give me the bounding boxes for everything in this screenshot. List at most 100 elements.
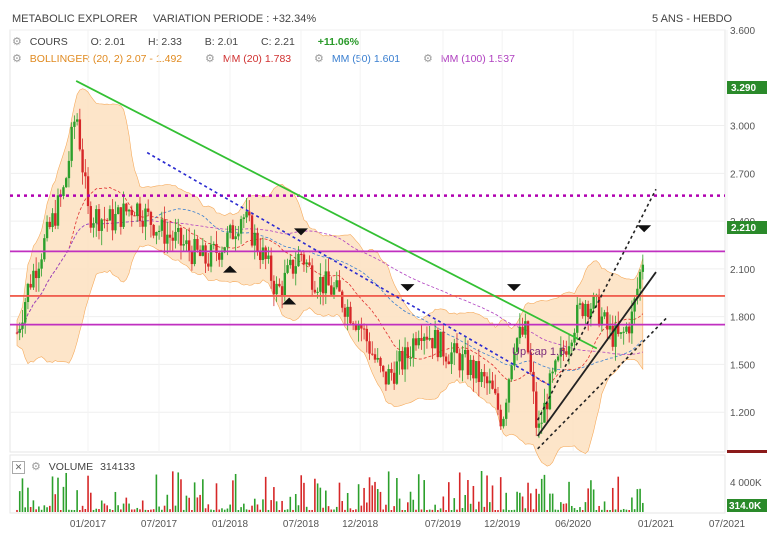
candle-body bbox=[146, 208, 150, 212]
last-price-tag: 2.210 bbox=[731, 223, 756, 234]
volume-bar bbox=[439, 508, 442, 512]
volume-bar bbox=[478, 501, 480, 512]
volume-bar bbox=[598, 505, 600, 512]
volume-bar bbox=[38, 506, 40, 512]
y-tick-label: 1.800 bbox=[730, 313, 755, 324]
candle-body bbox=[463, 350, 467, 355]
volume-bar bbox=[166, 494, 169, 512]
volume-bar bbox=[434, 504, 436, 512]
volume-bar bbox=[628, 510, 630, 512]
candle-body bbox=[343, 307, 347, 317]
x-tick-label: 07/2018 bbox=[283, 519, 320, 530]
volume-bar bbox=[62, 486, 65, 512]
candle-body bbox=[70, 126, 73, 161]
candle-body bbox=[586, 303, 590, 318]
volume-bar bbox=[278, 509, 281, 512]
volume-bar bbox=[508, 509, 510, 512]
volume-bar bbox=[464, 494, 466, 512]
candle-body bbox=[570, 342, 573, 347]
volume-bar bbox=[114, 491, 117, 512]
volume-bar bbox=[426, 509, 428, 512]
volume-bar bbox=[65, 472, 67, 512]
candle-body bbox=[259, 251, 262, 261]
candle-body bbox=[182, 244, 185, 246]
volume-bar bbox=[592, 489, 595, 512]
volume-bar bbox=[46, 507, 48, 512]
candle-body bbox=[398, 351, 401, 362]
volume-bar bbox=[40, 509, 43, 512]
volume-bar bbox=[458, 472, 461, 512]
volume-bar bbox=[226, 508, 229, 512]
candle-body bbox=[111, 209, 114, 231]
volume-bar bbox=[341, 501, 344, 512]
candle-body bbox=[444, 356, 448, 362]
candle-body bbox=[354, 325, 358, 330]
candle-body bbox=[518, 326, 522, 339]
volume-bar bbox=[199, 494, 201, 512]
candle-body bbox=[379, 357, 382, 366]
candle-body bbox=[335, 280, 338, 288]
candle-body bbox=[155, 232, 158, 236]
candle-body bbox=[209, 244, 213, 267]
volume-bar bbox=[232, 480, 234, 512]
candle-body bbox=[453, 343, 456, 353]
volume-bar bbox=[125, 497, 128, 512]
candle-body bbox=[608, 325, 612, 330]
candle-body bbox=[485, 376, 489, 384]
candle-body bbox=[376, 357, 379, 360]
volume-bar bbox=[240, 507, 242, 512]
candle-body bbox=[535, 391, 538, 428]
candle-body bbox=[540, 422, 543, 424]
candle-body bbox=[403, 347, 407, 370]
volume-bar bbox=[51, 476, 54, 512]
candle-body bbox=[349, 306, 352, 324]
volume-axis-label: 4 000K bbox=[730, 478, 762, 489]
volume-bar bbox=[253, 498, 256, 512]
candle-body bbox=[392, 372, 396, 384]
volume-bar bbox=[352, 509, 354, 512]
volume-bar bbox=[614, 509, 617, 512]
volume-bar bbox=[251, 505, 253, 512]
volume-bar bbox=[431, 509, 434, 512]
volume-bar bbox=[483, 506, 486, 512]
candle-body bbox=[92, 223, 95, 228]
volume-bar bbox=[606, 509, 609, 512]
candle-body bbox=[204, 245, 207, 264]
volume-bar bbox=[417, 474, 420, 512]
candle-body bbox=[67, 160, 71, 179]
volume-bar bbox=[499, 477, 502, 512]
volume-bar bbox=[355, 509, 357, 512]
candle-body bbox=[368, 341, 371, 354]
candle-body bbox=[384, 371, 388, 385]
candle-body bbox=[283, 272, 287, 296]
volume-bar bbox=[529, 493, 532, 512]
candle-body bbox=[289, 259, 292, 266]
candle-body bbox=[51, 213, 54, 228]
candle-body bbox=[127, 209, 131, 212]
volume-bar bbox=[57, 477, 59, 512]
volume-bar bbox=[469, 503, 472, 512]
candle-body bbox=[305, 262, 308, 265]
candle-body bbox=[196, 238, 199, 250]
volume-bar bbox=[177, 472, 180, 512]
volume-bar bbox=[248, 509, 251, 512]
candle-body bbox=[346, 306, 349, 317]
x-tick-label: 12/2018 bbox=[342, 519, 379, 530]
volume-bar bbox=[519, 492, 521, 512]
volume-bar bbox=[633, 509, 636, 512]
volume-bar bbox=[141, 500, 144, 512]
candle-body bbox=[280, 286, 284, 296]
candle-body bbox=[578, 303, 582, 305]
volume-bar bbox=[191, 509, 193, 512]
volume-bar bbox=[346, 493, 349, 512]
candle-body bbox=[23, 302, 27, 323]
candle-body bbox=[95, 209, 98, 224]
x-tick-label: 07/2017 bbox=[141, 519, 178, 530]
volume-bar bbox=[79, 509, 81, 512]
volume-bar bbox=[415, 509, 417, 512]
volume-bar bbox=[393, 506, 395, 512]
candle-body bbox=[122, 203, 125, 227]
volume-bar bbox=[570, 505, 573, 512]
price-chart[interactable]: 3.6003.0002.7002.4002.1001.8001.5001.200… bbox=[0, 0, 779, 541]
candle-body bbox=[130, 209, 133, 216]
